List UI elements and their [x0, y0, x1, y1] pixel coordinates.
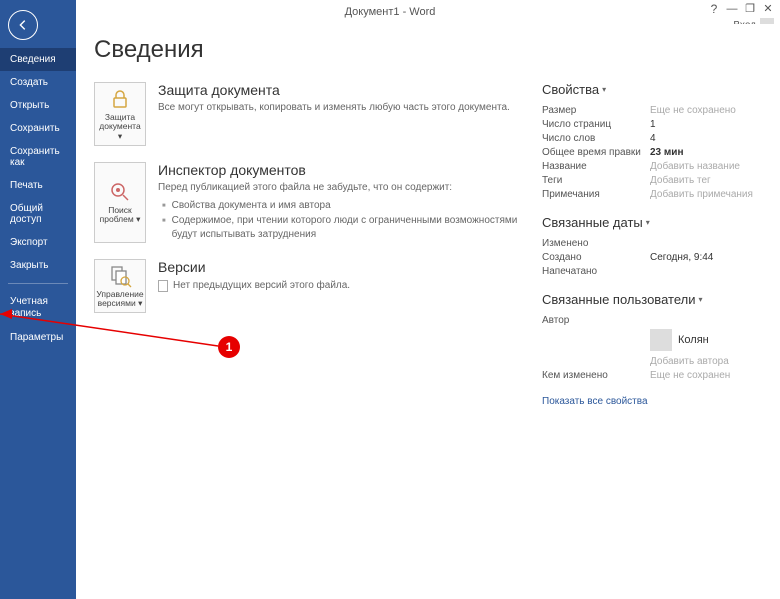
versions-title: Версии	[158, 259, 524, 275]
backstage-sidebar: Сведения Создать Открыть Сохранить Сохра…	[0, 0, 76, 599]
nav-share[interactable]: Общий доступ	[0, 197, 76, 231]
versions-section: Управление версиями ▾ Версии Нет предыду…	[94, 259, 524, 314]
nav-save-as[interactable]: Сохранить как	[0, 140, 76, 174]
document-icon	[158, 280, 168, 292]
lock-icon	[108, 87, 132, 111]
protect-text: Все могут открывать, копировать и изменя…	[158, 101, 524, 115]
nav-options[interactable]: Параметры	[0, 326, 76, 349]
close-button[interactable]: ✕	[762, 3, 774, 15]
prop-comments-label: Примечания	[542, 189, 650, 200]
nav-open[interactable]: Открыть	[0, 94, 76, 117]
nav-separator	[8, 283, 68, 284]
prop-words-label: Число слов	[542, 133, 650, 144]
inspect-bullet: Свойства документа и имя автора	[162, 199, 524, 214]
versions-icon	[108, 264, 132, 288]
inspect-text: Перед публикацией этого файла не забудьт…	[158, 181, 524, 195]
inspect-title: Инспектор документов	[158, 162, 524, 178]
protect-section: Защита документа ▾ Защита документа Все …	[94, 82, 524, 146]
author-label: Автор	[542, 315, 650, 326]
arrow-left-icon	[16, 18, 30, 32]
nav-print[interactable]: Печать	[0, 174, 76, 197]
author-row[interactable]: Колян	[650, 329, 762, 351]
prop-tags-value[interactable]: Добавить тег	[650, 175, 711, 186]
prop-size-label: Размер	[542, 105, 650, 116]
minimize-button[interactable]: —	[726, 3, 738, 15]
properties-heading[interactable]: Свойства	[542, 82, 762, 97]
nav-new[interactable]: Создать	[0, 71, 76, 94]
prop-tags-label: Теги	[542, 175, 650, 186]
page-title: Сведения	[94, 36, 762, 64]
last-modified-by-value: Еще не сохранен	[650, 370, 730, 381]
add-author-link[interactable]: Добавить автора	[650, 356, 729, 367]
prop-pages-label: Число страниц	[542, 119, 650, 130]
prop-edit-time-value: 23 мин	[650, 147, 684, 158]
inspect-section: Поиск проблем ▾ Инспектор документов Пер…	[94, 162, 524, 243]
window-title: Документ1 - Word	[345, 6, 436, 18]
nav-close[interactable]: Закрыть	[0, 254, 76, 277]
check-issues-button[interactable]: Поиск проблем ▾	[94, 162, 146, 243]
author-name: Колян	[678, 334, 709, 346]
prop-words-value: 4	[650, 133, 656, 144]
date-modified-label: Изменено	[542, 238, 650, 249]
main-content: Сведения Защита документа ▾ Защита докум…	[76, 24, 780, 599]
prop-pages-value: 1	[650, 119, 656, 130]
versions-text: Нет предыдущих версий этого файла.	[173, 279, 350, 293]
protect-title: Защита документа	[158, 82, 524, 98]
date-created-label: Создано	[542, 252, 650, 263]
nav-info[interactable]: Сведения	[0, 48, 76, 71]
back-button[interactable]	[8, 10, 38, 40]
author-avatar-icon	[650, 329, 672, 351]
prop-comments-value[interactable]: Добавить примечания	[650, 189, 753, 200]
help-icon[interactable]: ?	[708, 3, 720, 15]
last-modified-by-label: Кем изменено	[542, 370, 650, 381]
inspect-icon	[108, 180, 132, 204]
protect-document-button[interactable]: Защита документа ▾	[94, 82, 146, 146]
date-printed-label: Напечатано	[542, 266, 650, 277]
prop-title-value[interactable]: Добавить название	[650, 161, 740, 172]
nav-export[interactable]: Экспорт	[0, 231, 76, 254]
prop-size-value: Еще не сохранено	[650, 105, 736, 116]
date-created-value: Сегодня, 9:44	[650, 252, 713, 263]
inspect-bullet: Содержимое, при чтении которого люди с о…	[162, 214, 524, 243]
titlebar: Документ1 - Word ? — ❐ ✕ Вход	[0, 0, 780, 24]
prop-title-label: Название	[542, 161, 650, 172]
dates-heading: Связанные даты	[542, 215, 762, 230]
restore-button[interactable]: ❐	[744, 3, 756, 15]
manage-versions-button[interactable]: Управление версиями ▾	[94, 259, 146, 314]
users-heading: Связанные пользователи	[542, 292, 762, 307]
prop-edit-time-label: Общее время правки	[542, 147, 650, 158]
show-all-properties-link[interactable]: Показать все свойства	[542, 396, 762, 407]
nav-account[interactable]: Учетная запись	[0, 290, 76, 326]
nav-save[interactable]: Сохранить	[0, 117, 76, 140]
